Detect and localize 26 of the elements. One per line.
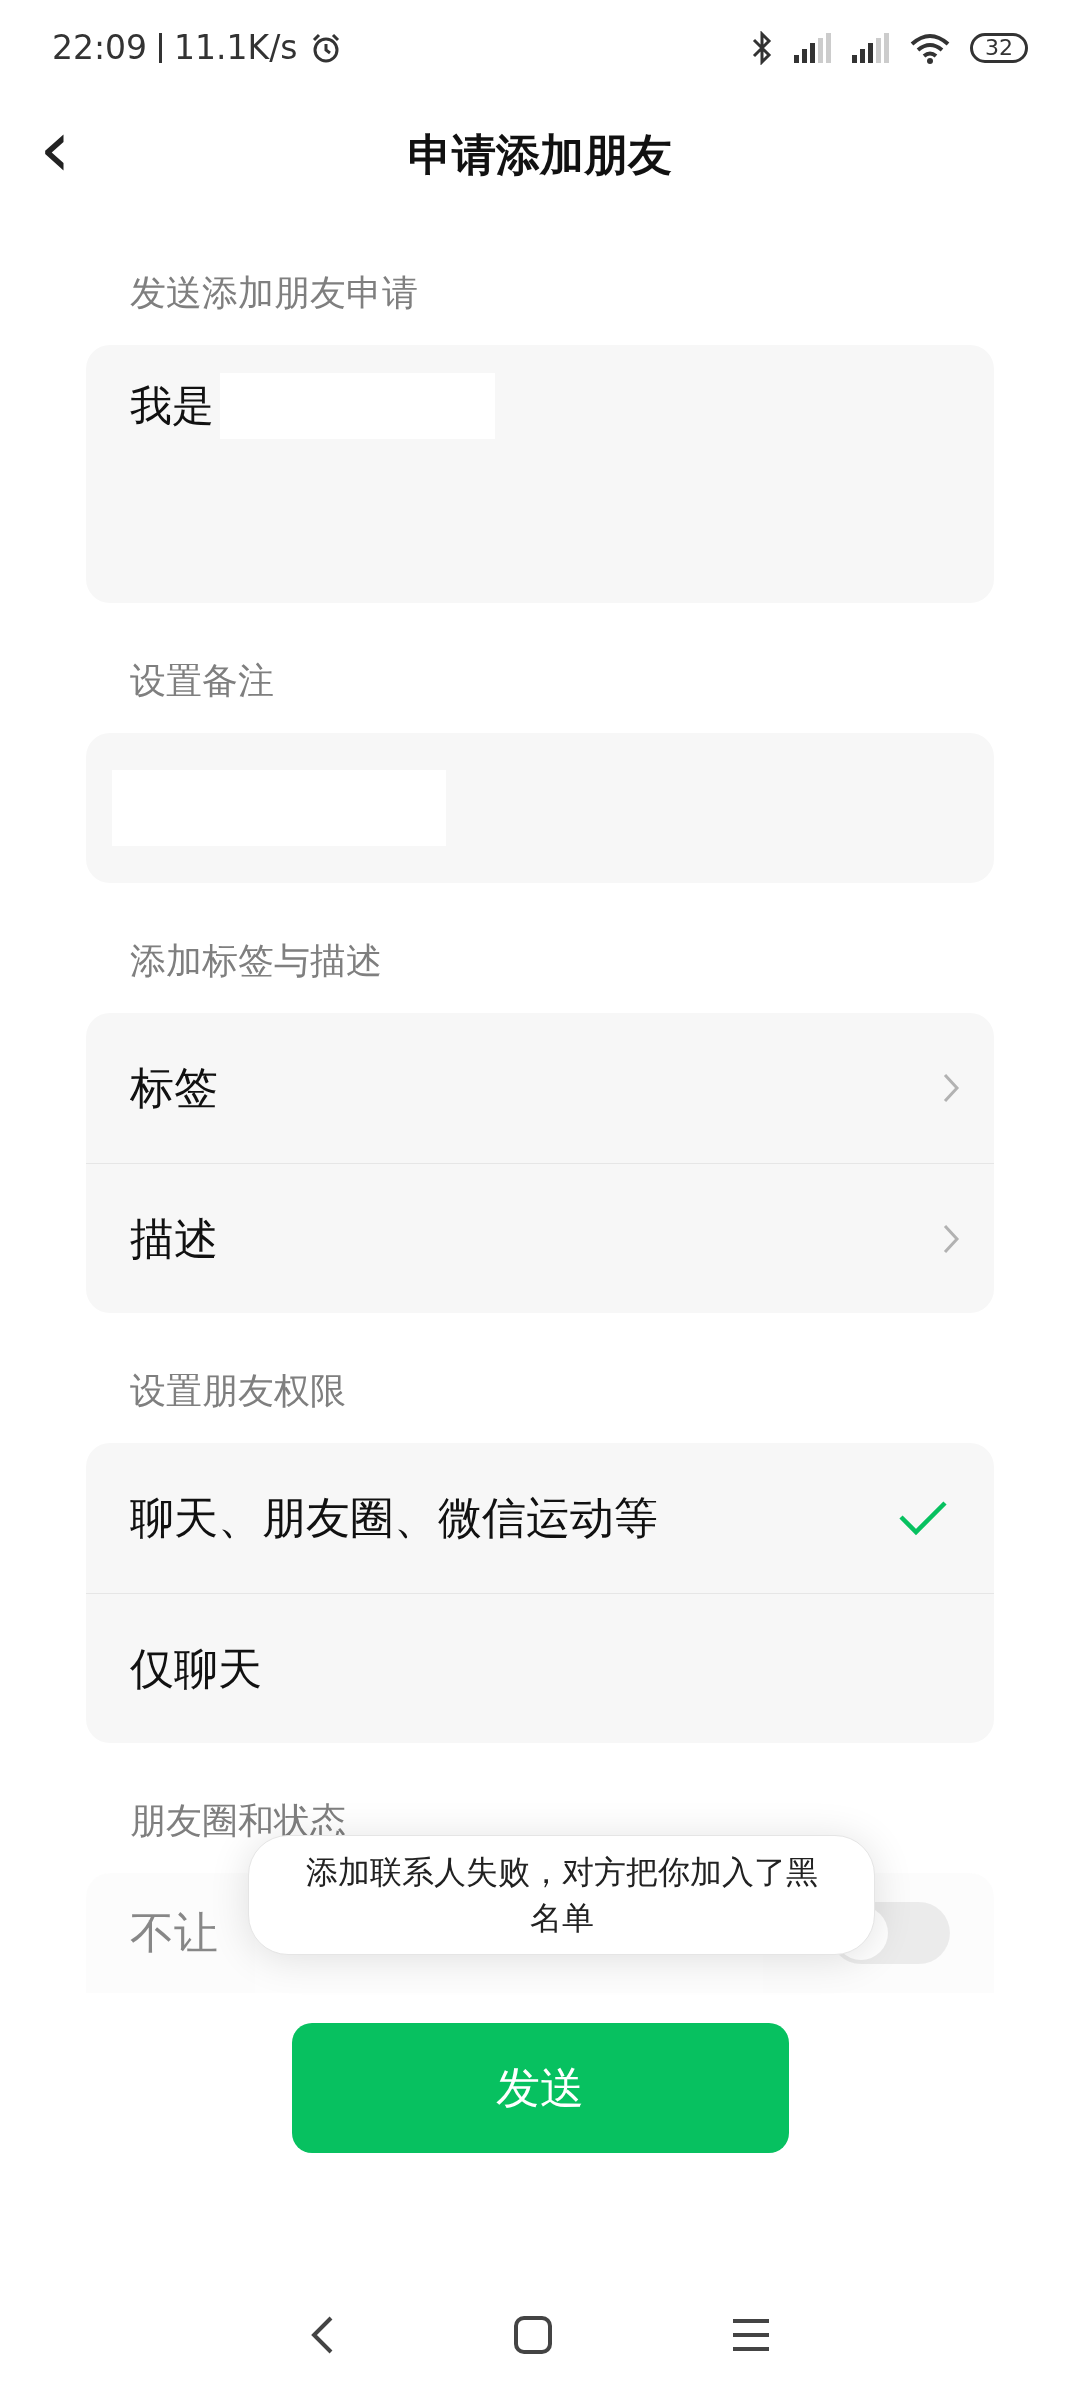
list-item[interactable]: 标签 [86,1013,994,1163]
battery-icon: 32 [970,32,1028,63]
request-message-text: 我是 [130,380,214,432]
section-label: 设置朋友权限 [130,1373,346,1409]
permission-option[interactable]: 聊天、朋友圈、微信运动等 [86,1443,994,1593]
signal-icon [852,32,890,63]
chevron-right-icon [942,1072,960,1104]
page-title: 申请添加朋友 [408,128,672,182]
network-speed: 11.1K/s [174,26,298,69]
back-button[interactable]: ‹ [30,125,80,185]
toggle-label: 不让 [130,1906,218,1960]
permission-option[interactable]: 仅聊天 [86,1593,994,1743]
status-time: 22:09 [52,26,148,69]
home-nav-icon[interactable] [513,2315,553,2355]
section-label: 设置备注 [130,663,274,699]
chevron-right-icon [942,1222,960,1255]
request-message-field[interactable]: 我是 [86,345,994,603]
list-item[interactable]: 描述 [86,1163,994,1313]
menu-nav-icon[interactable] [731,2317,771,2353]
checkmark-icon [898,1500,948,1536]
wifi-icon [910,31,950,64]
bluetooth-icon [750,30,774,65]
section-label: 发送添加朋友申请 [130,275,418,311]
section-label: 添加标签与描述 [130,943,382,979]
signal-icon [794,32,832,63]
back-nav-icon[interactable] [309,2315,335,2355]
